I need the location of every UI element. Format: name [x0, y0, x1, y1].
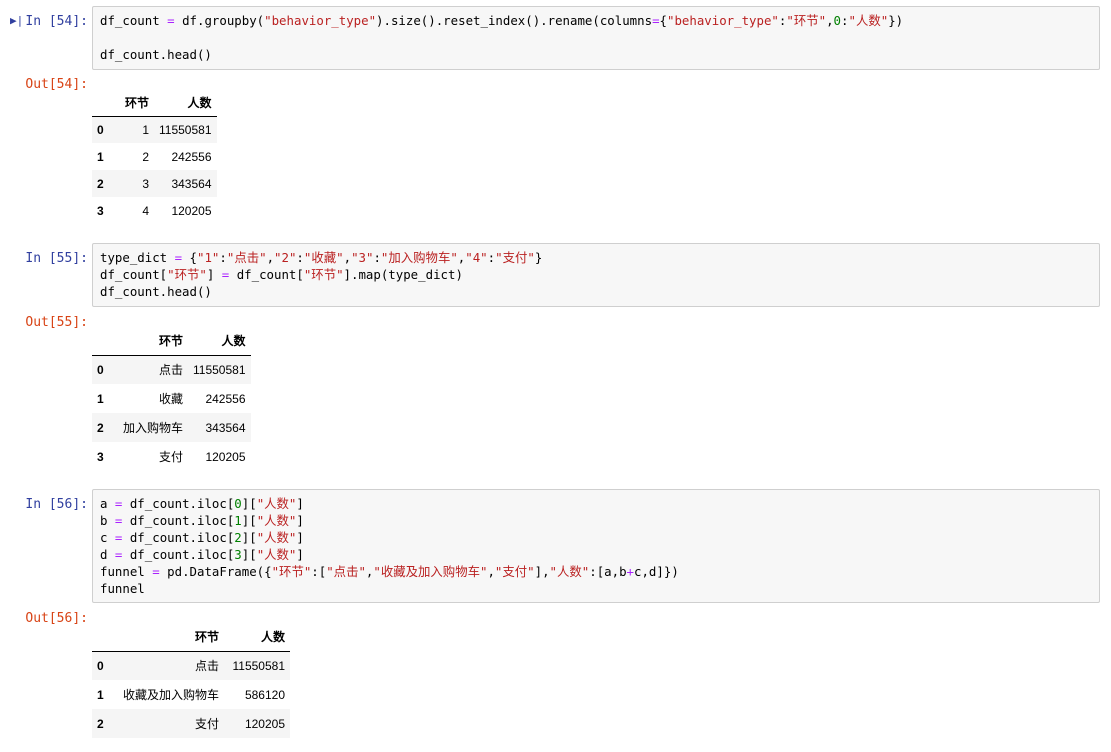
table-cell: 120205: [171, 203, 212, 218]
table-row: 1 收藏及加入购物车 586120: [92, 680, 290, 709]
table-row: 2 3 343564: [92, 170, 217, 197]
table-cell: 收藏及加入购物车: [122, 688, 219, 702]
dataframe-table: 环节 人数 0 点击 11550581 1 收藏及加入购物车 586120 2 …: [92, 622, 290, 738]
table-row: 2 支付 120205: [92, 709, 290, 738]
table-cell: 242556: [171, 149, 212, 164]
code-line: funnel = pd.DataFrame({"环节":["点击","收藏及加入…: [100, 564, 679, 579]
output-prompt: Out[54]:: [25, 77, 88, 92]
dataframe-table: 环节 人数 0 1 11550581 1 2 242556 2 3 343564…: [92, 90, 217, 224]
code-editor[interactable]: a = df_count.iloc[0]["人数"] b = df_count.…: [92, 489, 1100, 603]
table-cell: 343564: [171, 176, 212, 191]
table-cell: 4: [142, 203, 149, 218]
table-row: 0 点击 11550581: [92, 651, 290, 680]
output-prompt: Out[56]:: [25, 611, 88, 626]
input-prompt: In [54]:: [25, 14, 88, 29]
table-cell: 加入购物车: [122, 421, 183, 435]
row-index: 2: [97, 176, 104, 191]
input-prompt: In [55]:: [25, 251, 88, 266]
index-header: [92, 90, 116, 117]
row-index: 2: [97, 716, 104, 731]
code-line: type_dict = {"1":"点击","2":"收藏","3":"加入购物…: [100, 250, 543, 265]
table-cell: 3: [142, 176, 149, 191]
column-header: 环节: [116, 90, 154, 117]
output-prompt: Out[55]:: [25, 315, 88, 330]
code-line: df_count.head(): [100, 284, 212, 299]
table-cell: 11550581: [232, 658, 286, 673]
table-row: 0 1 11550581: [92, 116, 217, 143]
column-header: 环节: [116, 326, 188, 356]
row-index: 0: [97, 122, 104, 137]
code-line: df_count = df.groupby("behavior_type").s…: [100, 13, 904, 28]
row-index: 1: [97, 687, 104, 702]
code-line: df_count["环节"] = df_count["环节"].map(type…: [100, 267, 463, 282]
table-row: 0 点击 11550581: [92, 355, 251, 384]
table-cell: 点击: [194, 659, 219, 674]
code-line: a = df_count.iloc[0]["人数"]: [100, 496, 304, 511]
table-cell: 343564: [205, 420, 246, 435]
index-header: [92, 326, 116, 356]
row-index: 2: [97, 420, 104, 435]
table-cell: 支付: [194, 717, 219, 731]
table-cell: 120205: [205, 449, 246, 464]
code-line: b = df_count.iloc[1]["人数"]: [100, 513, 304, 528]
code-editor[interactable]: type_dict = {"1":"点击","2":"收藏","3":"加入购物…: [92, 243, 1100, 307]
row-index: 1: [97, 391, 104, 406]
table-cell: 点击: [158, 363, 183, 378]
dataframe-table: 环节 人数 0 点击 11550581 1 收藏 242556 2 加入购物车 …: [92, 326, 251, 471]
row-index: 0: [97, 362, 104, 377]
table-cell: 收藏: [158, 392, 183, 406]
column-header: 环节: [116, 622, 224, 652]
row-index: 1: [97, 149, 104, 164]
code-line: c = df_count.iloc[2]["人数"]: [100, 530, 304, 545]
table-cell: 11550581: [159, 122, 212, 137]
row-index: 0: [97, 658, 104, 673]
code-line: df_count.head(): [100, 47, 212, 62]
code-editor[interactable]: df_count = df.groupby("behavior_type").s…: [92, 6, 1100, 70]
code-line: funnel: [100, 581, 145, 596]
input-prompt: In [56]:: [25, 497, 88, 512]
table-row: 1 收藏 242556: [92, 384, 251, 413]
table-cell: 120205: [244, 716, 285, 731]
table-cell: 1: [142, 122, 149, 137]
code-line: d = df_count.iloc[3]["人数"]: [100, 547, 304, 562]
table-row: 3 支付 120205: [92, 442, 251, 471]
column-header: 人数: [188, 326, 251, 356]
table-cell: 2: [142, 149, 149, 164]
table-cell: 586120: [244, 687, 285, 702]
table-cell: 242556: [205, 391, 246, 406]
table-cell: 支付: [158, 450, 183, 464]
table-row: 1 2 242556: [92, 143, 217, 170]
row-index: 3: [97, 449, 104, 464]
table-cell: 11550581: [193, 362, 246, 377]
row-index: 3: [97, 203, 104, 218]
column-header: 人数: [224, 622, 290, 652]
index-header: [92, 622, 116, 652]
table-row: 3 4 120205: [92, 197, 217, 224]
column-header: 人数: [154, 90, 217, 117]
table-row: 2 加入购物车 343564: [92, 413, 251, 442]
